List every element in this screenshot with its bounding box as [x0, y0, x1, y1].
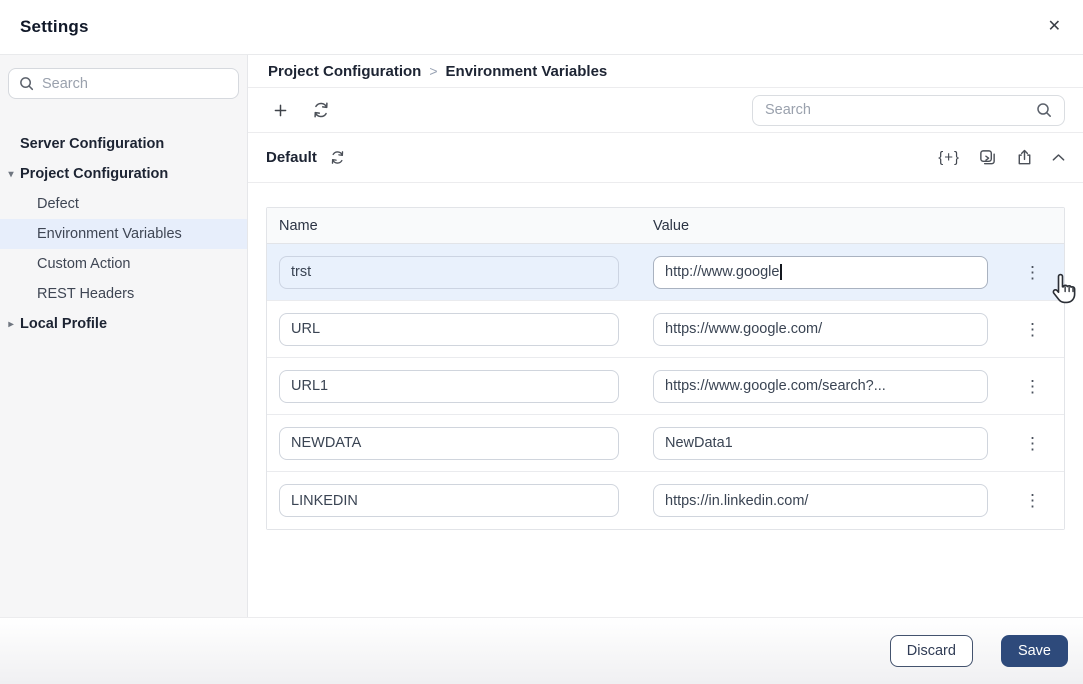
row-menu-icon[interactable]: ⋮	[1024, 264, 1041, 281]
main-panel: Project Configuration > Environment Vari…	[248, 55, 1083, 617]
row-menu-icon[interactable]: ⋮	[1024, 378, 1041, 395]
name-input[interactable]: URL1	[279, 370, 619, 403]
dialog-header: Settings ✕	[0, 0, 1083, 55]
column-header-name: Name	[267, 218, 641, 234]
refresh-button[interactable]	[311, 100, 331, 120]
section-title: Default	[266, 149, 317, 166]
breadcrumb: Project Configuration > Environment Vari…	[248, 55, 1083, 88]
table-row: NEWDATA NewData1 ⋮	[267, 415, 1064, 472]
sidebar-item-label: Environment Variables	[37, 226, 182, 242]
export-button[interactable]	[1015, 148, 1034, 167]
sidebar-item-label: REST Headers	[37, 286, 134, 302]
sidebar-item-label: Local Profile	[20, 316, 107, 332]
table-row: LINKEDIN https://in.linkedin.com/ ⋮	[267, 472, 1064, 529]
table-header-row: Name Value	[267, 208, 1064, 244]
env-variables-table: Name Value trst http://www.google ⋮ URL …	[266, 207, 1065, 530]
sidebar-item-label: Server Configuration	[20, 136, 164, 152]
row-menu-icon[interactable]: ⋮	[1024, 435, 1041, 452]
refresh-icon	[311, 100, 331, 120]
sidebar-search-input[interactable]	[42, 76, 229, 92]
refresh-icon	[329, 149, 346, 166]
sidebar-nav: Server Configuration ▾ Project Configura…	[0, 129, 247, 339]
value-input[interactable]: https://in.linkedin.com/	[653, 484, 988, 517]
table-row: URL1 https://www.google.com/search?... ⋮	[267, 358, 1064, 415]
search-icon	[1036, 102, 1052, 118]
sidebar-item-label: Defect	[37, 196, 79, 212]
name-input[interactable]: URL	[279, 313, 619, 346]
duplicate-button[interactable]	[978, 148, 997, 167]
braces-plus-icon: {+}	[938, 149, 960, 166]
default-section-header: Default {+}	[248, 133, 1083, 183]
sidebar-item-environment-variables[interactable]: Environment Variables	[0, 219, 247, 249]
tree-arrow-icon[interactable]: ▸	[5, 319, 17, 330]
value-input[interactable]: https://www.google.com/search?...	[653, 370, 988, 403]
text-caret	[780, 264, 782, 280]
upload-icon	[1015, 148, 1034, 167]
plus-icon	[274, 104, 287, 117]
settings-sidebar: Server Configuration ▾ Project Configura…	[0, 55, 248, 617]
sidebar-item-label: Custom Action	[37, 256, 131, 272]
name-input[interactable]: LINKEDIN	[279, 484, 619, 517]
dialog-title: Settings	[20, 17, 89, 37]
name-input[interactable]: trst	[279, 256, 619, 289]
settings-dialog: Settings ✕ Server Configuration ▾ Projec…	[0, 0, 1083, 684]
name-input[interactable]: NEWDATA	[279, 427, 619, 460]
chevron-up-icon	[1052, 153, 1065, 162]
sidebar-item-label: Project Configuration	[20, 166, 168, 182]
sidebar-search[interactable]	[8, 68, 239, 99]
sidebar-item-project-configuration[interactable]: ▾ Project Configuration	[0, 159, 247, 189]
table-search[interactable]	[752, 95, 1065, 126]
search-icon	[19, 76, 34, 91]
column-header-value: Value	[641, 218, 1001, 234]
row-menu-icon[interactable]: ⋮	[1024, 321, 1041, 338]
breadcrumb-current: Environment Variables	[446, 63, 608, 80]
table-row: trst http://www.google ⋮	[267, 244, 1064, 301]
copy-icon	[978, 148, 997, 167]
sidebar-item-server-configuration[interactable]: Server Configuration	[0, 129, 247, 159]
breadcrumb-parent[interactable]: Project Configuration	[268, 63, 421, 80]
env-toolbar	[248, 88, 1083, 133]
sidebar-item-local-profile[interactable]: ▸ Local Profile	[0, 309, 247, 339]
breadcrumb-separator-icon: >	[429, 63, 437, 79]
table-search-input[interactable]	[765, 102, 1028, 118]
value-input[interactable]: http://www.google	[653, 256, 988, 289]
row-menu-icon[interactable]: ⋮	[1024, 492, 1041, 509]
section-refresh-button[interactable]	[329, 149, 346, 166]
env-table-body: trst http://www.google ⋮ URL https://www…	[267, 244, 1064, 529]
tree-arrow-icon[interactable]: ▾	[5, 169, 17, 180]
save-button[interactable]: Save	[1001, 635, 1068, 667]
dialog-footer: Discard Save	[0, 617, 1083, 684]
value-input[interactable]: https://www.google.com/	[653, 313, 988, 346]
close-icon[interactable]: ✕	[1048, 19, 1061, 35]
discard-button[interactable]: Discard	[890, 635, 973, 667]
sidebar-item-defect[interactable]: Defect	[0, 189, 247, 219]
sidebar-item-rest-headers[interactable]: REST Headers	[0, 279, 247, 309]
table-row: URL https://www.google.com/ ⋮	[267, 301, 1064, 358]
sidebar-item-custom-action[interactable]: Custom Action	[0, 249, 247, 279]
collapse-section-button[interactable]	[1052, 153, 1065, 162]
add-variable-button[interactable]	[268, 98, 293, 123]
value-input[interactable]: NewData1	[653, 427, 988, 460]
insert-variable-button[interactable]: {+}	[938, 149, 960, 166]
